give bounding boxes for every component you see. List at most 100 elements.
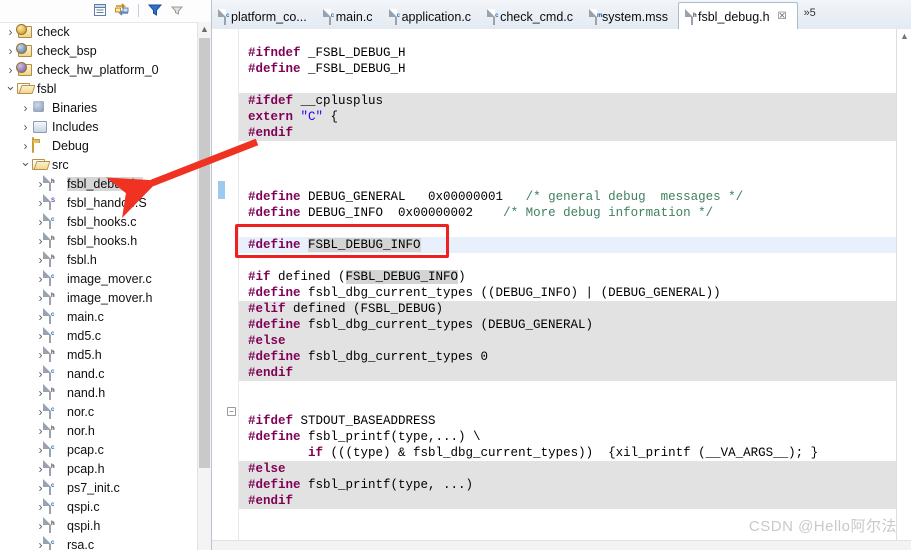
tree-item[interactable]: › c nor.c (0, 402, 211, 421)
code-token: #if (248, 270, 271, 284)
code-line[interactable]: #define fsbl_dbg_current_types 0 (239, 349, 896, 365)
tree-item[interactable]: › check_hw_platform_0 (0, 60, 211, 79)
chevron-right-icon[interactable]: › (19, 139, 32, 153)
tree-item[interactable]: › Debug (0, 136, 211, 155)
tree-item[interactable]: › c fsbl_hooks.c (0, 212, 211, 231)
code-line[interactable]: #define DEBUG_INFO 0x00000002 /* More de… (239, 205, 896, 221)
tree-item[interactable]: › c pcap.c (0, 440, 211, 459)
editor-tab[interactable]: m system.mss (583, 5, 678, 29)
tree-item-selected[interactable]: › h fsbl_debug.h (0, 174, 211, 193)
tab-overflow-indicator[interactable]: »5 (800, 7, 820, 19)
tree-item[interactable]: › c image_mover.c (0, 269, 211, 288)
code-line[interactable]: #ifndef _FSBL_DEBUG_H (239, 45, 896, 61)
tree-item-label: nor.c (67, 404, 95, 419)
code-line[interactable] (239, 397, 896, 413)
code-line[interactable] (239, 157, 896, 173)
code-line[interactable]: if (((type) & fsbl_dbg_current_types)) {… (239, 445, 896, 461)
code-line[interactable]: #define fsbl_dbg_current_types ((DEBUG_I… (239, 285, 896, 301)
tree-item[interactable]: › check_bsp (0, 41, 211, 60)
tree-item[interactable]: › Binaries (0, 98, 211, 117)
tree-item[interactable]: › h nor.h (0, 421, 211, 440)
explorer-scrollbar[interactable]: ▲ (197, 22, 211, 550)
tree-item[interactable]: › Includes (0, 117, 211, 136)
code-viewport[interactable]: − #ifndef _FSBL_DEBUG_H #define _FSBL_DEB… (212, 29, 911, 550)
code-token: #ifdef (248, 414, 294, 428)
editor-tab-active[interactable]: h fsbl_debug.h ☒ (678, 2, 798, 30)
tree-item[interactable]: › h image_mover.h (0, 288, 211, 307)
code-line[interactable]: #define FSBL_DEBUG_INFO (239, 237, 896, 253)
editor-tab-bar[interactable]: c platform_co... c main.c c application.c c che… (212, 0, 911, 30)
code-line[interactable] (239, 29, 896, 45)
tree-item[interactable]: › c main.c (0, 307, 211, 326)
editor-tab[interactable]: c main.c (317, 5, 383, 29)
code-line[interactable]: #ifdef __cplusplus (239, 93, 896, 109)
source-code[interactable]: #ifndef _FSBL_DEBUG_H #define _FSBL_DEBUG… (239, 29, 896, 550)
scroll-up-arrow[interactable]: ▲ (198, 22, 211, 36)
code-line[interactable] (239, 381, 896, 397)
chevron-right-icon[interactable]: › (4, 25, 17, 39)
fold-toggle-icon[interactable]: − (227, 407, 236, 416)
chevron-right-icon[interactable]: › (19, 120, 32, 134)
tree-item[interactable]: › c rsa.c (0, 535, 211, 550)
tree-item[interactable]: › h pcap.h (0, 459, 211, 478)
code-token: ) (458, 270, 466, 284)
view-menu-icon[interactable] (169, 2, 185, 18)
tree-item[interactable]: › h nand.h (0, 383, 211, 402)
code-line[interactable]: #define fsbl_dbg_current_types (DEBUG_GE… (239, 317, 896, 333)
tree-item[interactable]: › c ps7_init.c (0, 478, 211, 497)
code-line[interactable]: #else (239, 333, 896, 349)
tree-item[interactable]: › h md5.h (0, 345, 211, 364)
code-line[interactable]: #if defined (FSBL_DEBUG_INFO) (239, 269, 896, 285)
code-line[interactable]: #define _FSBL_DEBUG_H (239, 61, 896, 77)
chevron-right-icon[interactable]: › (19, 101, 32, 115)
code-line[interactable]: #define DEBUG_GENERAL 0x00000001 /* gene… (239, 189, 896, 205)
tree-item[interactable]: ⌄ src (0, 154, 211, 174)
editor-tab[interactable]: c check_cmd.c (481, 5, 583, 29)
code-line[interactable] (239, 77, 896, 93)
tree-item[interactable]: › Sfsbl_handoff.S (0, 193, 211, 212)
editor-gutter[interactable]: − (212, 29, 239, 550)
horizontal-scrollbar[interactable] (212, 540, 911, 550)
collapse-all-icon[interactable] (92, 2, 108, 18)
tree-item[interactable]: › check (0, 22, 211, 41)
code-line[interactable]: #else (239, 461, 896, 477)
filter-icon[interactable] (147, 2, 163, 18)
code-line[interactable] (239, 253, 896, 269)
code-line[interactable] (239, 141, 896, 157)
code-line[interactable]: #define fsbl_printf(type, ...) (239, 477, 896, 493)
tree-item[interactable]: › h fsbl.h (0, 250, 211, 269)
code-line[interactable]: #endif (239, 125, 896, 141)
code-line[interactable]: #elif defined (FSBL_DEBUG) (239, 301, 896, 317)
project-tree[interactable]: › check › check_bsp › check_hw_platform_0 ⌄ fsb… (0, 22, 211, 550)
chevron-down-icon[interactable]: ⌄ (19, 154, 32, 170)
code-line[interactable] (239, 221, 896, 237)
code-line[interactable]: #endif (239, 493, 896, 509)
code-line[interactable] (239, 525, 896, 541)
tree-item[interactable]: › c md5.c (0, 326, 211, 345)
code-token: FSBL_DEBUG_INFO (308, 238, 421, 252)
editor-tab-label: main.c (335, 10, 373, 24)
tree-item-label: check_bsp (37, 43, 97, 58)
chevron-down-icon[interactable]: ⌄ (4, 78, 17, 94)
code-line[interactable]: #endif (239, 365, 896, 381)
editor-tab[interactable]: c platform_co... (212, 5, 317, 29)
tree-item-label: md5.h (67, 347, 102, 362)
tree-item[interactable]: › c nand.c (0, 364, 211, 383)
code-line[interactable] (239, 173, 896, 189)
tree-item[interactable]: › h qspi.h (0, 516, 211, 535)
tree-item[interactable]: › h fsbl_hooks.h (0, 231, 211, 250)
code-line[interactable]: #ifdef STDOUT_BASEADDRESS (239, 413, 896, 429)
chevron-right-icon[interactable]: › (4, 44, 17, 58)
overview-up-arrow[interactable]: ▲ (900, 31, 909, 41)
code-line[interactable]: #define fsbl_printf(type,...) \ (239, 429, 896, 445)
tree-item[interactable]: ⌄ fsbl (0, 78, 211, 98)
link-with-editor-icon[interactable] (114, 2, 130, 18)
scrollbar-thumb[interactable] (199, 38, 210, 468)
tree-item[interactable]: › c qspi.c (0, 497, 211, 516)
editor-tab[interactable]: c application.c (383, 5, 482, 29)
code-line[interactable] (239, 509, 896, 525)
close-icon[interactable]: ☒ (778, 11, 787, 22)
overview-ruler[interactable]: ▲ (896, 29, 911, 550)
code-line[interactable]: extern "C" { (239, 109, 896, 125)
chevron-right-icon[interactable]: › (4, 63, 17, 77)
